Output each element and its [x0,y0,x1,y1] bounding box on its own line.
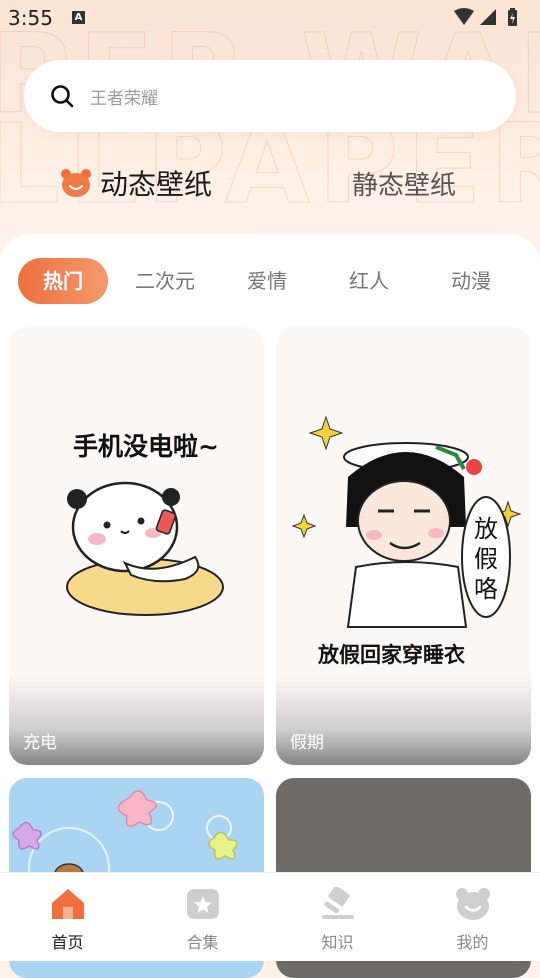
signal-icon [480,9,496,25]
wallpaper-label: 假期 [290,733,324,753]
nav-label: 知识 [321,933,354,952]
status-icons [454,8,517,26]
nav-profile[interactable]: 我的 [405,873,540,961]
wallpaper-card-charging[interactable]: 手机没电啦~ 充电 [9,327,264,765]
wallpaper-label: 充电 [23,733,57,753]
nav-label: 我的 [456,933,489,952]
home-icon [51,889,84,919]
svg-text:放: 放 [474,515,498,543]
bubble-illustration [12,790,238,909]
holiday-illustration: 放 假 咯 [291,415,522,628]
wifi-icon [454,8,474,25]
category-tab-anime2d[interactable]: 二次元 [120,258,210,304]
collection-icon [186,889,219,919]
search-input[interactable]: 王者荣耀 [90,84,158,109]
bear-icon [61,169,91,197]
nav-knowledge[interactable]: 知识 [270,873,405,961]
wallpaper-caption: 手机没电啦~ [73,432,219,461]
notification-icon: A [72,11,85,24]
tab-static-wallpaper[interactable]: 静态壁纸 [352,165,456,202]
bear-illustration [66,481,224,616]
svg-text:假: 假 [474,545,498,573]
nav-label: 首页 [51,933,84,952]
category-tab-cartoon[interactable]: 动漫 [426,258,516,304]
knowledge-icon [321,887,354,919]
category-tab-hot[interactable]: 热门 [18,258,108,304]
status-bar: 3:55 A [0,0,540,36]
wallpaper-card-holiday[interactable]: 放 假 咯 放假回家穿睡衣 假期 [276,327,531,765]
nav-home[interactable]: 首页 [0,873,135,961]
search-icon [51,85,74,108]
nav-label: 合集 [186,933,219,952]
category-tab-love[interactable]: 爱情 [222,258,312,304]
tab-dynamic-wallpaper[interactable]: 动态壁纸 [100,163,212,203]
wallpaper-caption: 放假回家穿睡衣 [318,643,465,667]
category-tab-celebrity[interactable]: 红人 [324,258,414,304]
category-tabs: 热门 二次元 爱情 红人 动漫 [0,258,540,306]
nav-collection[interactable]: 合集 [135,873,270,961]
profile-icon [455,888,490,920]
bottom-nav: 首页 合集 知识 我的 [0,872,540,961]
status-time: 3:55 [8,6,53,30]
svg-text:咯: 咯 [474,575,498,603]
search-bar[interactable]: 王者荣耀 [24,60,516,132]
